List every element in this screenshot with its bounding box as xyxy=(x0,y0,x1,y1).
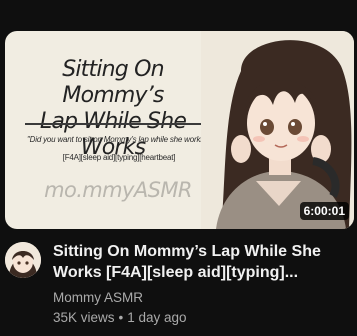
video-title[interactable]: Sitting On Mommy’s Lap While She Works [… xyxy=(53,241,349,283)
video-thumbnail[interactable]: Sitting On Mommy’s Lap While She Works "… xyxy=(5,31,354,229)
anime-girl-illustration xyxy=(201,31,354,229)
video-duration-badge: 6:00:01 xyxy=(299,202,349,220)
thumbnail-divider xyxy=(25,123,213,125)
video-stats: 35K views • 1 day ago xyxy=(53,310,187,325)
stats-separator: • xyxy=(118,310,124,325)
thumbnail-brand: mo.mmyASMR xyxy=(44,178,192,202)
channel-name[interactable]: Mommy ASMR xyxy=(53,290,143,305)
upload-age: 1 day ago xyxy=(127,310,187,325)
thumbnail-tags: [F4A][sleep aid][typing][heartbeat] xyxy=(62,153,176,162)
channel-avatar-icon xyxy=(5,242,41,278)
channel-avatar[interactable] xyxy=(5,242,41,278)
video-meta: Sitting On Mommy’s Lap While She Works [… xyxy=(0,238,357,336)
thumbnail-title-text: Sitting On Mommy’s Lap While She Works xyxy=(39,57,187,160)
thumbnail-quote: "Did you want to sit on Mommy’s lap whil… xyxy=(27,135,211,144)
view-count: 35K views xyxy=(53,310,115,325)
